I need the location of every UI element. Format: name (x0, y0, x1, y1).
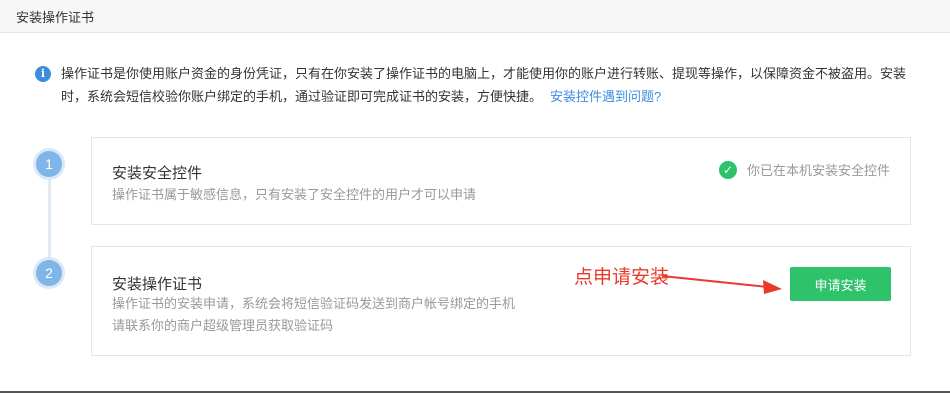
apply-install-button[interactable]: 申请安装 (790, 267, 891, 301)
step-number-2: 2 (36, 260, 62, 286)
install-status-text: 你已在本机安装安全控件 (746, 163, 890, 178)
install-status: ✓ 你已在本机安装安全控件 (718, 160, 890, 179)
step-description: 操作证书属于敏感信息，只有安装了安全控件的用户才可以申请 (112, 187, 477, 202)
annotation-text: 点申请安装 (574, 267, 670, 288)
page-title: 安装操作证书 (16, 10, 95, 25)
annotation-arrow-icon (661, 275, 782, 294)
step-description-line: 操作证书的安装申请，系统会将短信验证码发送到商户帐号绑定的手机 (112, 296, 516, 311)
timeline-line (48, 164, 51, 274)
info-notice: i 操作证书是你使用账户资金的身份凭证，只有在你安装了操作证书的电脑上，才能使用… (35, 62, 917, 108)
step-title: 安装安全控件 (112, 165, 203, 182)
step-description: 操作证书的安装申请，系统会将短信验证码发送到商户帐号绑定的手机 请联系你的商户超… (112, 293, 515, 337)
step-title: 安装操作证书 (112, 276, 203, 293)
install-help-link[interactable]: 安装控件遇到问题? (550, 89, 661, 104)
info-icon: i (35, 66, 51, 82)
step-card-certificate: 安装操作证书 操作证书的安装申请，系统会将短信验证码发送到商户帐号绑定的手机 请… (91, 246, 911, 356)
step-description-line: 请联系你的商户超级管理员获取验证码 (112, 318, 334, 333)
check-circle-icon: ✓ (718, 160, 737, 179)
step-number-1: 1 (36, 151, 62, 177)
step-card-security-control: 安装安全控件 操作证书属于敏感信息，只有安装了安全控件的用户才可以申请 ✓ 你已… (91, 137, 911, 225)
info-text: 操作证书是你使用账户资金的身份凭证，只有在你安装了操作证书的电脑上，才能使用你的… (61, 66, 907, 104)
page-header: 安装操作证书 (0, 0, 950, 33)
